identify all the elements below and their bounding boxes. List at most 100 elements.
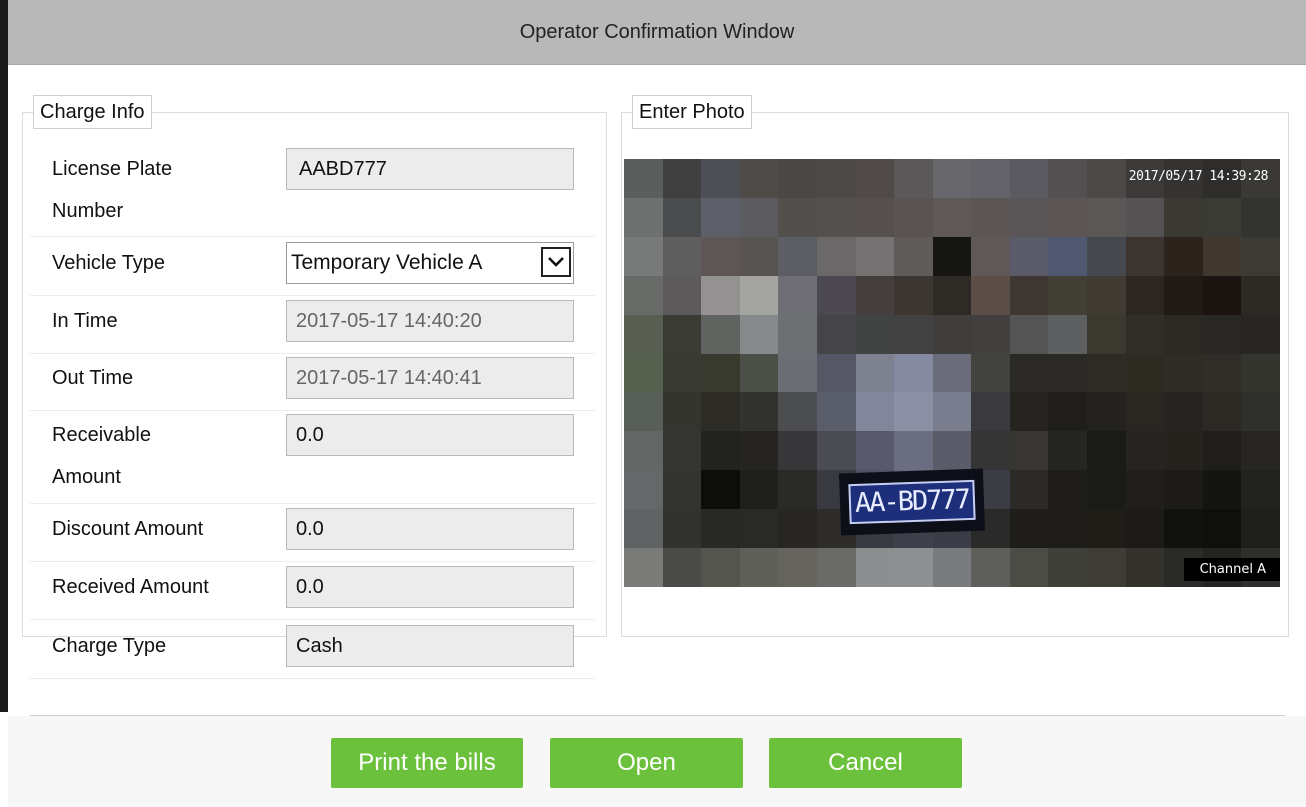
photo-pixel xyxy=(894,159,933,198)
photo-pixel xyxy=(1241,353,1280,393)
discount-amount-field[interactable]: 0.0 xyxy=(286,508,574,550)
photo-pixel xyxy=(894,548,933,587)
print-bills-button[interactable]: Print the bills xyxy=(331,738,523,788)
photo-pixel xyxy=(1048,431,1088,471)
photo-pixel xyxy=(855,548,895,587)
photo-pixel xyxy=(971,392,1010,432)
enter-photo-legend: Enter Photo xyxy=(632,95,752,129)
photo-pixel xyxy=(1009,197,1049,237)
photo-pixel xyxy=(1009,470,1049,510)
photo-pixel xyxy=(778,275,817,315)
chevron-down-icon[interactable] xyxy=(541,247,571,277)
photo-pixel xyxy=(1048,275,1088,315)
photo-pixel xyxy=(1125,509,1165,549)
photo-pixel xyxy=(739,392,779,432)
photo-pixel xyxy=(1202,236,1242,276)
photo-pixel xyxy=(1087,548,1126,587)
out-time-label: Out Time xyxy=(52,367,134,389)
photo-pixel xyxy=(701,159,740,198)
photo-pixel xyxy=(624,353,663,393)
row-vehicle-type: Vehicle Type Temporary Vehicle A xyxy=(30,236,595,296)
photo-pixel xyxy=(1048,548,1088,587)
photo-pixel xyxy=(816,548,856,587)
row-receivable-amount: Receivable Amount 0.0 xyxy=(30,410,595,504)
photo-pixel xyxy=(1164,314,1203,354)
photo-pixel xyxy=(778,353,817,393)
photo-pixel xyxy=(1241,392,1280,432)
photo-pixel xyxy=(662,431,702,471)
photo-pixel xyxy=(971,353,1010,393)
photo-pixel xyxy=(1125,353,1165,393)
receivable-amount-field: 0.0 xyxy=(286,414,574,456)
photo-pixel xyxy=(1048,392,1088,432)
photo-pixel xyxy=(624,159,663,198)
photo-pixel xyxy=(1009,236,1049,276)
photo-pixel xyxy=(1202,509,1242,549)
photo-pixel xyxy=(971,275,1010,315)
photo-pixel xyxy=(1125,392,1165,432)
photo-pixel xyxy=(701,236,740,276)
photo-pixel xyxy=(894,431,933,471)
photo-pixel xyxy=(932,275,972,315)
photo-pixel xyxy=(1087,159,1126,198)
photo-pixel xyxy=(855,197,895,237)
photo-pixel xyxy=(662,275,702,315)
photo-pixel xyxy=(855,275,895,315)
photo-pixel xyxy=(1087,353,1126,393)
photo-pixel xyxy=(1048,470,1088,510)
photo-pixel xyxy=(1164,236,1203,276)
cancel-button[interactable]: Cancel xyxy=(769,738,962,788)
received-amount-label: Received Amount xyxy=(52,576,209,598)
photo-pixel xyxy=(1087,314,1126,354)
out-time-field: 2017-05-17 14:40:41 xyxy=(286,357,574,399)
photo-pixel xyxy=(1009,509,1049,549)
photo-pixel xyxy=(1241,197,1280,237)
photo-pixel xyxy=(932,197,972,237)
footer-divider xyxy=(30,715,1285,716)
photo-pixel xyxy=(1202,275,1242,315)
photo-pixel xyxy=(1048,509,1088,549)
photo-pixel xyxy=(855,431,895,471)
photo-pixel xyxy=(662,548,702,587)
photo-timestamp: 2017/05/17 14:39:28 xyxy=(1128,169,1269,184)
received-amount-field[interactable]: 0.0 xyxy=(286,566,574,608)
receivable-amount-label: Receivable Amount xyxy=(52,424,151,488)
photo-pixel xyxy=(894,353,933,393)
photo-pixel xyxy=(932,314,972,354)
photo-pixel xyxy=(932,392,972,432)
photo-pixel xyxy=(1087,431,1126,471)
photo-pixel xyxy=(778,236,817,276)
discount-amount-label: Discount Amount xyxy=(52,518,204,540)
charge-type-label: Charge Type xyxy=(52,635,167,657)
photo-pixel xyxy=(816,236,856,276)
photo-pixel xyxy=(932,236,972,276)
photo-pixel xyxy=(624,392,663,432)
license-plate-field[interactable]: AABD777 xyxy=(286,148,574,190)
photo-pixel xyxy=(662,236,702,276)
photo-pixel xyxy=(778,197,817,237)
photo-pixel xyxy=(1009,275,1049,315)
photo-pixel xyxy=(1241,236,1280,276)
photo-pixel xyxy=(1125,431,1165,471)
photo-pixel xyxy=(662,392,702,432)
photo-pixel xyxy=(1202,470,1242,510)
charge-info-legend: Charge Info xyxy=(33,95,152,129)
photo-pixel xyxy=(701,548,740,587)
photo-pixel xyxy=(971,314,1010,354)
photo-pixel xyxy=(739,353,779,393)
row-out-time: Out Time 2017-05-17 14:40:41 xyxy=(30,353,595,411)
row-charge-type: Charge Type Cash xyxy=(30,619,595,679)
photo-pixel xyxy=(778,159,817,198)
photo-pixel xyxy=(816,392,856,432)
photo-pixel xyxy=(701,509,740,549)
photo-pixel xyxy=(1125,197,1165,237)
photo-pixel xyxy=(816,431,856,471)
photo-pixel xyxy=(1048,236,1088,276)
open-button[interactable]: Open xyxy=(550,738,743,788)
vehicle-type-select[interactable]: Temporary Vehicle A xyxy=(286,242,574,284)
photo-pixel xyxy=(1241,470,1280,510)
photo-pixel xyxy=(701,197,740,237)
photo-pixel xyxy=(1164,431,1203,471)
photo-pixel xyxy=(624,197,663,237)
photo-pixel xyxy=(739,548,779,587)
